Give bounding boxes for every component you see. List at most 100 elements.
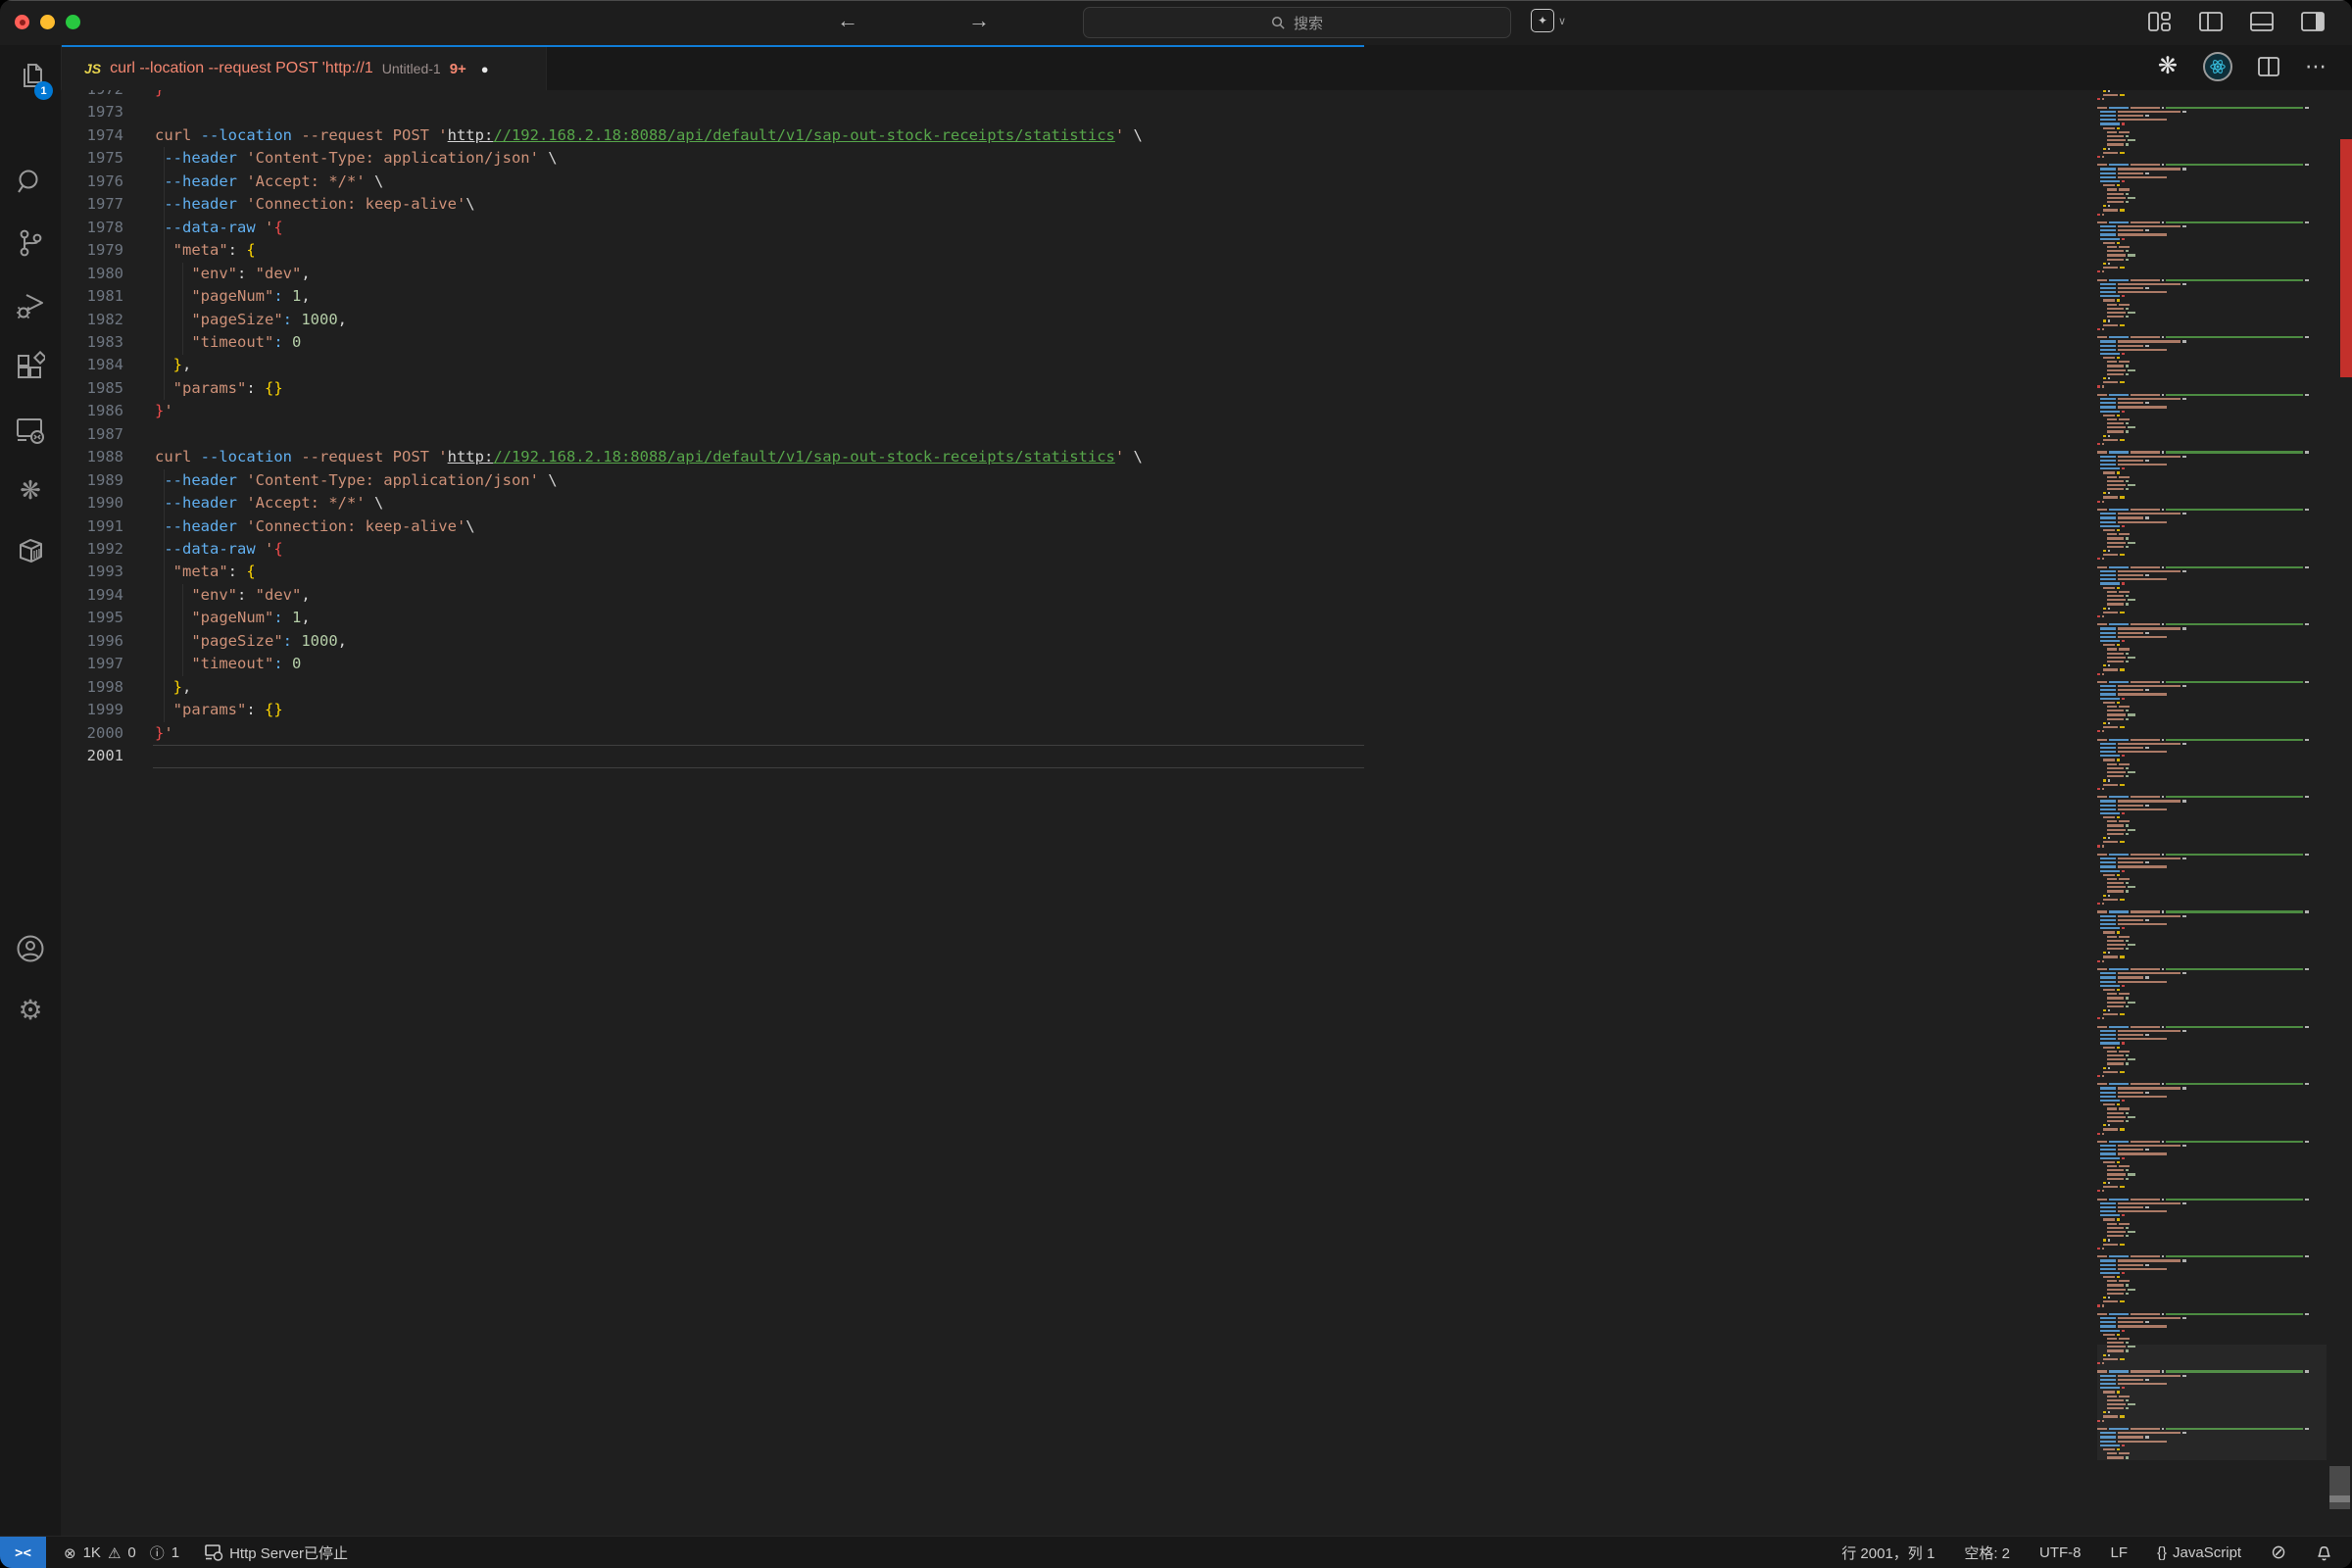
code-line[interactable]: 1986}' [61, 400, 2352, 422]
copilot-menu-button[interactable]: ✦ ∨ [1531, 9, 1566, 32]
tab-title: curl --location --request POST 'http://1 [110, 60, 373, 77]
code-line[interactable]: 1973 [61, 101, 2352, 123]
code-line[interactable]: 1996 "pageSize": 1000, [61, 630, 2352, 653]
code-line[interactable]: 1991 --header 'Connection: keep-alive'\ [61, 515, 2352, 538]
sidebar-item-remote-explorer[interactable] [0, 405, 61, 456]
code-text: } [155, 90, 164, 101]
code-line[interactable]: 1994 "env": "dev", [61, 584, 2352, 607]
unsaved-dot-icon[interactable]: ● [481, 62, 489, 76]
code-line[interactable]: 2000}' [61, 722, 2352, 745]
code-line[interactable]: 1987 [61, 423, 2352, 446]
code-text: --header 'Connection: keep-alive'\ [155, 193, 475, 216]
chatgpt-icon: ❋ [20, 477, 41, 503]
sidebar-item-package[interactable] [0, 525, 61, 576]
line-number: 1980 [61, 263, 123, 285]
code-line[interactable]: 1980 "env": "dev", [61, 263, 2352, 285]
code-line[interactable]: 1990 --header 'Accept: */*' \ [61, 492, 2352, 514]
copilot-disabled-icon[interactable]: ⊘ [2271, 1542, 2286, 1564]
tab-untitled-1[interactable]: JS curl --location --request POST 'http:… [61, 47, 547, 90]
search-placeholder: 搜索 [1294, 13, 1323, 33]
code-text: "pageNum": 1, [155, 285, 311, 308]
run-debug-icon [15, 289, 46, 320]
settings-button[interactable]: ⚙ [0, 985, 61, 1036]
line-number: 1984 [61, 354, 123, 376]
close-button[interactable] [15, 15, 29, 29]
code-text: curl --location --request POST 'http://1… [155, 446, 1143, 468]
code-text: --header 'Accept: */*' \ [155, 492, 383, 514]
toggle-primary-sidebar-icon[interactable] [2199, 12, 2223, 31]
brackets-icon: {} [2157, 1544, 2167, 1561]
toggle-panel-icon[interactable] [2250, 12, 2274, 31]
line-number: 1976 [61, 171, 123, 193]
minimize-button[interactable] [40, 15, 55, 29]
toggle-secondary-sidebar-icon[interactable] [2301, 12, 2325, 31]
code-text: "params": {} [155, 699, 283, 721]
customize-layout-icon[interactable] [2148, 12, 2172, 31]
sidebar-item-extensions[interactable] [0, 340, 61, 391]
minimap[interactable] [2097, 90, 2327, 1460]
source-control-icon [16, 227, 45, 259]
zoom-button[interactable] [66, 15, 80, 29]
code-editor[interactable]: 1972}19731974 curl --location --request P… [61, 90, 2352, 1536]
notifications-bell-icon[interactable] [2316, 1544, 2332, 1562]
sparkle-icon: ✦ [1531, 9, 1554, 32]
code-line[interactable]: 1983 "timeout": 0 [61, 331, 2352, 354]
code-line[interactable]: 1979 "meta": { [61, 239, 2352, 262]
indentation[interactable]: 空格: 2 [1964, 1543, 2010, 1563]
line-number: 1979 [61, 239, 123, 262]
vertical-scrollbar[interactable] [2329, 1466, 2350, 1509]
code-line[interactable]: 1977 --header 'Connection: keep-alive'\ [61, 193, 2352, 216]
problems-status[interactable]: ⊗ 1K ⚠ 0 ⓘ 1 [64, 1543, 179, 1563]
account-button[interactable] [0, 923, 61, 974]
code-line[interactable]: 1992 --data-raw '{ [61, 538, 2352, 561]
line-number: 1983 [61, 331, 123, 354]
code-line[interactable]: 1989 --header 'Content-Type: application… [61, 469, 2352, 492]
line-number: 1974 [61, 124, 123, 147]
code-line[interactable]: 1988curl --location --request POST 'http… [61, 446, 2352, 468]
sidebar-item-explorer[interactable]: 1 [0, 51, 61, 102]
tab-description: Untitled-1 [382, 61, 441, 76]
code-line[interactable]: 1974 curl --location --request POST 'http… [61, 124, 2352, 147]
sidebar-item-source-control[interactable] [0, 218, 61, 269]
sidebar-item-search[interactable] [0, 157, 61, 208]
back-button[interactable]: ← [833, 8, 862, 33]
chatgpt-icon[interactable]: ❋ [2158, 55, 2178, 78]
info-icon: ⓘ [150, 1543, 165, 1563]
minimap-slider[interactable] [2097, 1345, 2327, 1460]
encoding[interactable]: UTF-8 [2039, 1544, 2082, 1561]
line-number: 1991 [61, 515, 123, 538]
code-line[interactable]: 1976 --header 'Accept: */*' \ [61, 171, 2352, 193]
code-line[interactable]: 1993 "meta": { [61, 561, 2352, 583]
server-status-text: Http Server已停止 [229, 1543, 348, 1563]
code-line[interactable]: 1972} [61, 90, 2352, 101]
code-line[interactable]: 1984 }, [61, 354, 2352, 376]
eol-type[interactable]: LF [2111, 1544, 2129, 1561]
code-text: curl --location --request POST 'http://1… [155, 124, 1143, 147]
search-command-center[interactable]: 搜索 [1083, 7, 1511, 38]
code-line[interactable]: 1981 "pageNum": 1, [61, 285, 2352, 308]
http-server-status[interactable]: Http Server已停止 [205, 1543, 348, 1563]
code-line[interactable]: 1995 "pageNum": 1, [61, 607, 2352, 629]
current-line-highlight [153, 745, 1364, 768]
sidebar-item-chatgpt[interactable]: ❋ [0, 465, 61, 515]
code-text: "env": "dev", [155, 263, 311, 285]
overview-ruler-errors [2340, 139, 2352, 377]
sidebar-item-run-debug[interactable] [0, 279, 61, 330]
language-mode[interactable]: {} JavaScript [2157, 1544, 2241, 1561]
cursor-position[interactable]: 行 2001，列 1 [1841, 1543, 1935, 1563]
remote-indicator[interactable]: >< [0, 1537, 46, 1568]
code-line[interactable]: 2001 [61, 745, 2352, 767]
react-chat-icon[interactable] [2203, 52, 2232, 81]
code-line[interactable]: 1975 --header 'Content-Type: application… [61, 147, 2352, 170]
code-line[interactable]: 1985 "params": {} [61, 377, 2352, 400]
more-actions-icon[interactable]: ⋯ [2305, 54, 2328, 79]
code-line[interactable]: 1998 }, [61, 676, 2352, 699]
code-line[interactable]: 1997 "timeout": 0 [61, 653, 2352, 675]
forward-button[interactable]: → [964, 8, 994, 33]
code-line[interactable]: 1978 --data-raw '{ [61, 217, 2352, 239]
code-line[interactable]: 1982 "pageSize": 1000, [61, 309, 2352, 331]
split-editor-icon[interactable] [2258, 57, 2279, 76]
code-line[interactable]: 1999 "params": {} [61, 699, 2352, 721]
line-number: 1997 [61, 653, 123, 675]
line-number: 1990 [61, 492, 123, 514]
